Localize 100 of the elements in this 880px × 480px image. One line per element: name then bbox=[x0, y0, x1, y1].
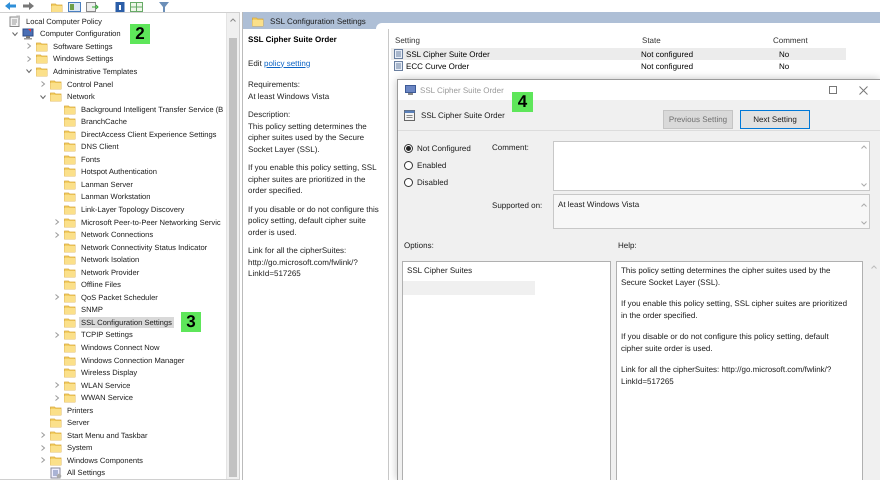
option-name: SSL Cipher Suites bbox=[407, 266, 474, 275]
back-arrow-icon bbox=[4, 2, 17, 12]
folder-icon bbox=[64, 392, 76, 404]
folder-icon bbox=[64, 242, 76, 253]
help-paragraph: If you disable or do not configure this policy setting, default cipher suite order is used. bbox=[621, 331, 830, 354]
policy-setting-link[interactable]: policy setting bbox=[264, 58, 310, 68]
folder-icon bbox=[64, 191, 76, 202]
next-setting-button[interactable]: Next Setting bbox=[740, 110, 810, 129]
help-paragraph: Link for all the cipherSuites: http://go.microsoft.com/fwlink/? LinkId=517265 bbox=[621, 364, 832, 387]
folder-icon bbox=[64, 166, 76, 178]
requirements-label: Requirements: bbox=[248, 79, 302, 90]
column-header[interactable]: State bbox=[638, 36, 753, 44]
folder-icon bbox=[64, 342, 76, 353]
help-label: Help: bbox=[618, 241, 637, 252]
folder-icon bbox=[50, 442, 62, 454]
help-paragraph: This policy setting determines the cipher suites used by the Secure Socket Layer (SSL). bbox=[621, 265, 832, 288]
folder-icon bbox=[50, 78, 62, 90]
folder-icon bbox=[64, 316, 76, 328]
table-cell: No bbox=[779, 62, 790, 70]
folder-icon bbox=[64, 254, 76, 266]
description-label: Description: bbox=[248, 109, 292, 120]
column-header[interactable]: Comment bbox=[753, 36, 843, 44]
folder-icon bbox=[64, 367, 76, 378]
setting-row[interactable]: SSL Cipher Suite Order Not configured No bbox=[391, 48, 846, 60]
scroll-thumb[interactable] bbox=[229, 38, 237, 477]
setting-row[interactable]: ECC Curve Order Not configured No bbox=[391, 60, 846, 72]
policy-window-icon bbox=[404, 110, 415, 120]
folder-icon bbox=[64, 116, 76, 128]
table-cell: ECC Curve Order bbox=[406, 62, 470, 70]
folder-icon bbox=[64, 380, 76, 391]
scrollbar[interactable] bbox=[226, 13, 239, 479]
policy-document-icon bbox=[9, 15, 21, 28]
comment-field[interactable] bbox=[553, 141, 870, 191]
column-header[interactable]: Setting bbox=[391, 36, 638, 44]
table-cell: Not configured bbox=[641, 62, 694, 70]
radio-label[interactable]: Not Configured bbox=[417, 144, 471, 153]
panel-icon bbox=[68, 2, 81, 12]
folder-icon bbox=[64, 292, 76, 303]
policy-heading: SSL Cipher Suite Order bbox=[421, 110, 505, 120]
folder-icon bbox=[64, 304, 76, 316]
input-field[interactable] bbox=[403, 281, 535, 295]
setting-document-icon bbox=[394, 49, 403, 59]
folder-icon bbox=[36, 66, 48, 77]
close-icon[interactable] bbox=[859, 86, 868, 94]
description-paragraph: This policy setting determines the cipher suites used by the Secure Socket Layer (SSL). bbox=[248, 120, 368, 155]
folder-icon bbox=[36, 53, 48, 64]
maximize-icon[interactable] bbox=[829, 86, 837, 94]
table-cell: Not configured bbox=[641, 50, 694, 58]
pane-title: SSL Configuration Settings bbox=[270, 17, 366, 26]
setting-document-icon bbox=[394, 61, 403, 71]
radio-label[interactable]: Disabled bbox=[417, 178, 448, 187]
folder-icon bbox=[64, 178, 76, 190]
radio-button[interactable] bbox=[404, 178, 413, 187]
scroll-up-icon bbox=[861, 203, 867, 207]
radio-button[interactable] bbox=[404, 144, 413, 153]
scroll-up-icon bbox=[230, 18, 236, 22]
folder-icon bbox=[64, 104, 76, 115]
folder-icon bbox=[50, 430, 62, 441]
table-cell: No bbox=[779, 50, 790, 58]
folder-icon bbox=[64, 229, 76, 240]
scroll-up-icon bbox=[861, 145, 867, 149]
computer-icon bbox=[405, 85, 416, 95]
folder-icon bbox=[64, 141, 76, 152]
radio-label[interactable]: Enabled bbox=[417, 161, 446, 170]
scroll-up-icon bbox=[871, 265, 877, 269]
folder-icon bbox=[50, 417, 62, 428]
supported-on-label: Supported on: bbox=[492, 200, 544, 212]
edit-policy-text: Edit policy setting bbox=[248, 58, 312, 69]
step-number: 2 bbox=[130, 24, 150, 44]
requirements-text: At least Windows Vista bbox=[248, 90, 330, 102]
comment-label: Comment: bbox=[492, 142, 530, 154]
folder-icon bbox=[51, 2, 63, 12]
scroll-down-icon bbox=[861, 221, 867, 225]
folder-icon bbox=[50, 404, 62, 416]
help-paragraph: If you enable this policy setting, SSL cipher suites are prioritized in the order specified. bbox=[621, 298, 848, 321]
supported-on-field: At least Windows Vista bbox=[553, 194, 870, 229]
dialog-title: SSL Cipher Suite Order bbox=[420, 86, 504, 94]
step-number: 4 bbox=[512, 92, 533, 112]
table-cell: SSL Cipher Suite Order bbox=[406, 50, 490, 58]
folder-icon bbox=[64, 266, 76, 278]
folder-icon bbox=[64, 216, 76, 228]
policy-title: SSL Cipher Suite Order bbox=[248, 34, 338, 46]
folder-icon bbox=[64, 279, 76, 290]
description-paragraph: If you disable or do not configure this policy setting, default cipher suite order is used. bbox=[248, 204, 380, 238]
folder-icon bbox=[64, 154, 76, 165]
forward-arrow-icon bbox=[22, 2, 35, 12]
folder-icon bbox=[64, 128, 76, 140]
grid-icon bbox=[130, 2, 143, 12]
step-number: 3 bbox=[181, 312, 201, 332]
folder-icon bbox=[64, 204, 76, 215]
description-paragraph: Link for all the cipherSuites: http://go.microsoft.com/fwlink/? LinkId=517265 bbox=[248, 245, 359, 280]
export-icon bbox=[86, 2, 99, 12]
radio-button[interactable] bbox=[404, 161, 413, 170]
description-paragraph: If you enable this policy setting, SSL cipher suites are prioritized in the order specified. bbox=[248, 162, 378, 196]
folder-icon bbox=[50, 454, 62, 466]
settings-list-icon bbox=[50, 466, 62, 479]
folder-icon bbox=[36, 40, 48, 52]
folder-icon bbox=[50, 91, 62, 102]
scroll-down-icon bbox=[861, 183, 867, 187]
computer-icon bbox=[22, 28, 35, 40]
